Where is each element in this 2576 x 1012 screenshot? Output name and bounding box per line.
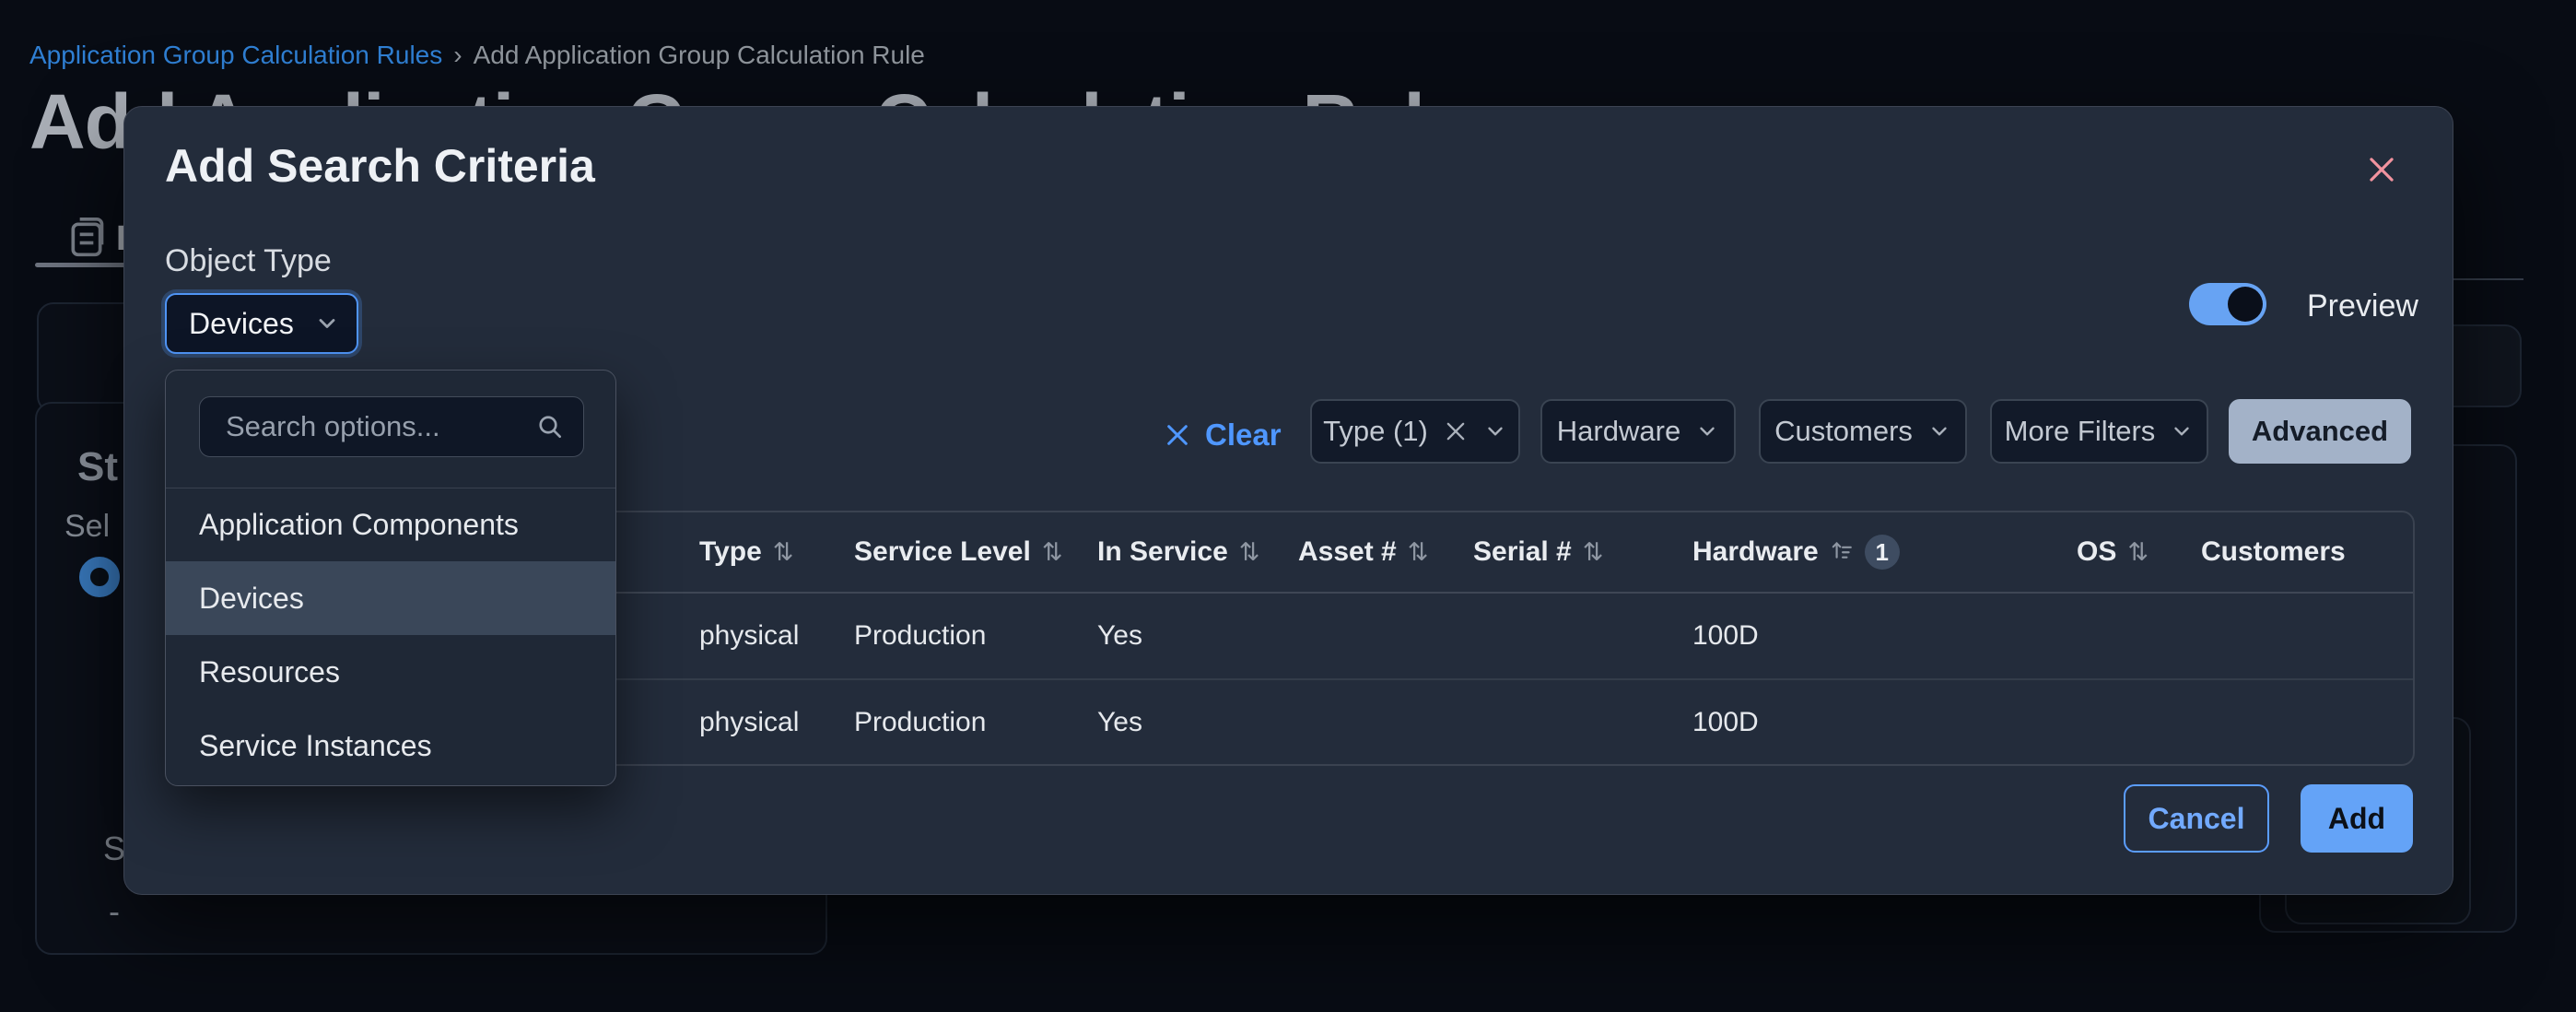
column-label: Service Level	[854, 536, 1031, 568]
sort-icon: ⇅	[1239, 538, 1260, 567]
preview-toggle[interactable]	[2189, 283, 2266, 325]
add-label: Add	[2328, 802, 2385, 836]
option-label: Service Instances	[199, 729, 432, 763]
background-divider	[2453, 278, 2523, 280]
column-header-os[interactable]: OS ⇅	[2077, 536, 2201, 568]
column-header-serial[interactable]: Serial # ⇅	[1473, 536, 1692, 568]
radio-button	[79, 557, 120, 597]
column-label: Serial #	[1473, 536, 1572, 568]
search-input[interactable]	[224, 409, 535, 444]
clear-label: Clear	[1205, 418, 1282, 453]
chevron-down-icon	[2170, 419, 2194, 443]
cell-type: physical	[699, 620, 854, 652]
dropdown-options: Application Components Devices Resources…	[166, 488, 615, 783]
background-section-heading: St	[77, 444, 118, 490]
column-header-service-level[interactable]: Service Level ⇅	[854, 536, 1097, 568]
background-text: S	[103, 830, 125, 868]
object-type-label: Object Type	[165, 243, 332, 279]
cell-type: physical	[699, 707, 854, 738]
close-icon	[2364, 152, 2399, 192]
cell-hardware: 100D	[1692, 707, 2077, 738]
search-icon	[535, 412, 565, 441]
advanced-label: Advanced	[2252, 415, 2388, 448]
option-devices[interactable]: Devices	[166, 561, 615, 635]
column-label: OS	[2077, 536, 2116, 568]
column-label: Asset #	[1298, 536, 1397, 568]
cell-in-service: Yes	[1097, 707, 1298, 738]
sort-icon: ⇅	[1583, 538, 1604, 567]
screen: Application Group Calculation Rules › Ad…	[0, 0, 2576, 1012]
column-header-in-service[interactable]: In Service ⇅	[1097, 536, 1298, 568]
column-header-asset[interactable]: Asset # ⇅	[1298, 536, 1473, 568]
breadcrumb-current: Add Application Group Calculation Rule	[474, 41, 925, 70]
advanced-button[interactable]: Advanced	[2229, 399, 2411, 464]
option-label: Resources	[199, 655, 340, 689]
option-resources[interactable]: Resources	[166, 635, 615, 709]
cell-service-level: Production	[854, 620, 1097, 652]
chevron-down-icon	[314, 311, 340, 336]
add-button[interactable]: Add	[2301, 784, 2413, 853]
clear-x-icon	[1163, 420, 1192, 450]
filter-chip-hardware[interactable]: Hardware	[1540, 399, 1736, 464]
background-select-label: Sel	[64, 509, 110, 545]
chip-label: Hardware	[1557, 415, 1680, 448]
option-application-components[interactable]: Application Components	[166, 488, 615, 561]
sort-order-badge: 1	[1865, 535, 1900, 570]
sort-icon: ⇅	[1042, 538, 1063, 567]
column-label: Hardware	[1692, 536, 1819, 568]
column-label: Type	[699, 536, 762, 568]
chip-label: More Filters	[2005, 415, 2156, 448]
dropdown-search[interactable]	[199, 396, 584, 457]
option-label: Devices	[199, 582, 304, 616]
document-icon	[66, 216, 107, 265]
remove-filter-icon[interactable]	[1443, 418, 1469, 444]
column-label: In Service	[1097, 536, 1228, 568]
background-dash: -	[109, 892, 120, 931]
dialog-title: Add Search Criteria	[165, 139, 595, 193]
preview-label: Preview	[2307, 288, 2418, 324]
cancel-button[interactable]: Cancel	[2124, 784, 2269, 853]
sort-icon: ⇅	[1408, 538, 1429, 567]
filter-chip-customers[interactable]: Customers	[1759, 399, 1967, 464]
sort-icon: ⇅	[773, 538, 794, 567]
object-type-select[interactable]: Devices	[165, 293, 358, 354]
chip-label: Customers	[1774, 415, 1913, 448]
object-type-value: Devices	[189, 307, 294, 341]
cell-hardware: 100D	[1692, 620, 2077, 652]
breadcrumb-link[interactable]: Application Group Calculation Rules	[29, 41, 442, 70]
chevron-down-icon	[1483, 419, 1507, 443]
sort-ascending-icon	[1830, 537, 1854, 568]
option-label: Application Components	[199, 508, 519, 542]
cell-in-service: Yes	[1097, 620, 1298, 652]
column-header-customers[interactable]: Customers	[2201, 536, 2413, 568]
sort-icon: ⇅	[2127, 538, 2149, 567]
chevron-down-icon	[1927, 419, 1951, 443]
column-label: Customers	[2201, 536, 2346, 568]
filter-chip-more-filters[interactable]: More Filters	[1990, 399, 2208, 464]
breadcrumb-separator: ›	[453, 41, 462, 70]
cancel-label: Cancel	[2149, 802, 2245, 836]
close-button[interactable]	[2354, 144, 2409, 199]
column-header-type[interactable]: Type ⇅	[699, 536, 854, 568]
column-header-hardware[interactable]: Hardware 1	[1692, 535, 2077, 570]
add-search-criteria-dialog: Add Search Criteria Object Type Devices …	[123, 106, 2453, 895]
object-type-dropdown-panel: Application Components Devices Resources…	[165, 370, 616, 786]
chevron-down-icon	[1695, 419, 1719, 443]
filter-chip-type[interactable]: Type (1)	[1310, 399, 1520, 464]
breadcrumb: Application Group Calculation Rules › Ad…	[29, 41, 925, 70]
option-service-instances[interactable]: Service Instances	[166, 709, 615, 783]
clear-filters-button[interactable]: Clear	[1163, 410, 1282, 460]
cell-service-level: Production	[854, 707, 1097, 738]
chip-label: Type (1)	[1323, 415, 1428, 448]
toggle-knob	[2228, 287, 2263, 322]
